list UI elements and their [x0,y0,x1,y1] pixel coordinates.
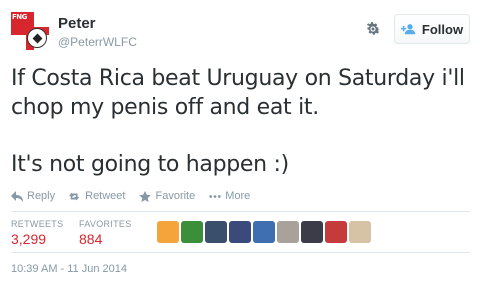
retweet-button[interactable]: Retweet [69,190,125,202]
favoriter-avatar[interactable] [253,221,275,243]
follow-button[interactable]: Follow [394,14,470,44]
user-handle[interactable]: @PeterrWLFC [58,35,137,49]
favoriter-avatar[interactable] [325,221,347,243]
star-icon [139,190,152,202]
follow-label: Follow [421,21,464,37]
favoriter-avatar[interactable] [205,221,227,243]
tweet-text: If Costa Rica beat Uruguay on Saturday i… [11,64,471,179]
add-user-icon [400,24,416,35]
gear-icon[interactable] [364,20,382,38]
reply-icon [11,190,23,202]
user-avatar[interactable]: FNG [11,12,49,50]
tweet-timestamp[interactable]: 10:39 AM - 11 Jun 2014 [11,263,127,275]
favoriters-list [157,221,371,243]
divider-bottom [11,252,470,253]
favorites-label: FAVORITES [79,219,132,229]
retweets-stat[interactable]: RETWEETS 3,299 [11,219,63,247]
user-name[interactable]: Peter [58,15,96,32]
retweets-label: RETWEETS [11,219,64,229]
tweet-actions: Reply Retweet Favorite More [11,190,250,202]
more-label: More [225,190,251,202]
favorites-stat[interactable]: FAVORITES 884 [79,219,132,247]
tweet-line-1: If Costa Rica beat Uruguay on Saturday i… [11,66,465,120]
avatar-label: FNG [12,13,27,21]
tweet-line-2: It's not going to happen :) [11,152,289,177]
favoriter-avatar[interactable] [229,221,251,243]
retweet-icon [69,192,80,200]
more-button[interactable]: More [209,190,250,202]
favoriter-avatar[interactable] [181,221,203,243]
favorite-label: Favorite [155,190,196,202]
more-icon [209,194,221,198]
retweet-label: Retweet [85,190,126,202]
football-icon [27,28,47,48]
favoriter-avatar[interactable] [157,221,179,243]
reply-label: Reply [27,190,56,202]
divider-top [11,211,470,212]
favorites-count: 884 [79,231,103,247]
retweets-count: 3,299 [11,231,47,247]
favoriter-avatar[interactable] [349,221,371,243]
favoriter-avatar[interactable] [277,221,299,243]
favorite-button[interactable]: Favorite [139,190,195,202]
reply-button[interactable]: Reply [11,190,55,202]
favoriter-avatar[interactable] [301,221,323,243]
